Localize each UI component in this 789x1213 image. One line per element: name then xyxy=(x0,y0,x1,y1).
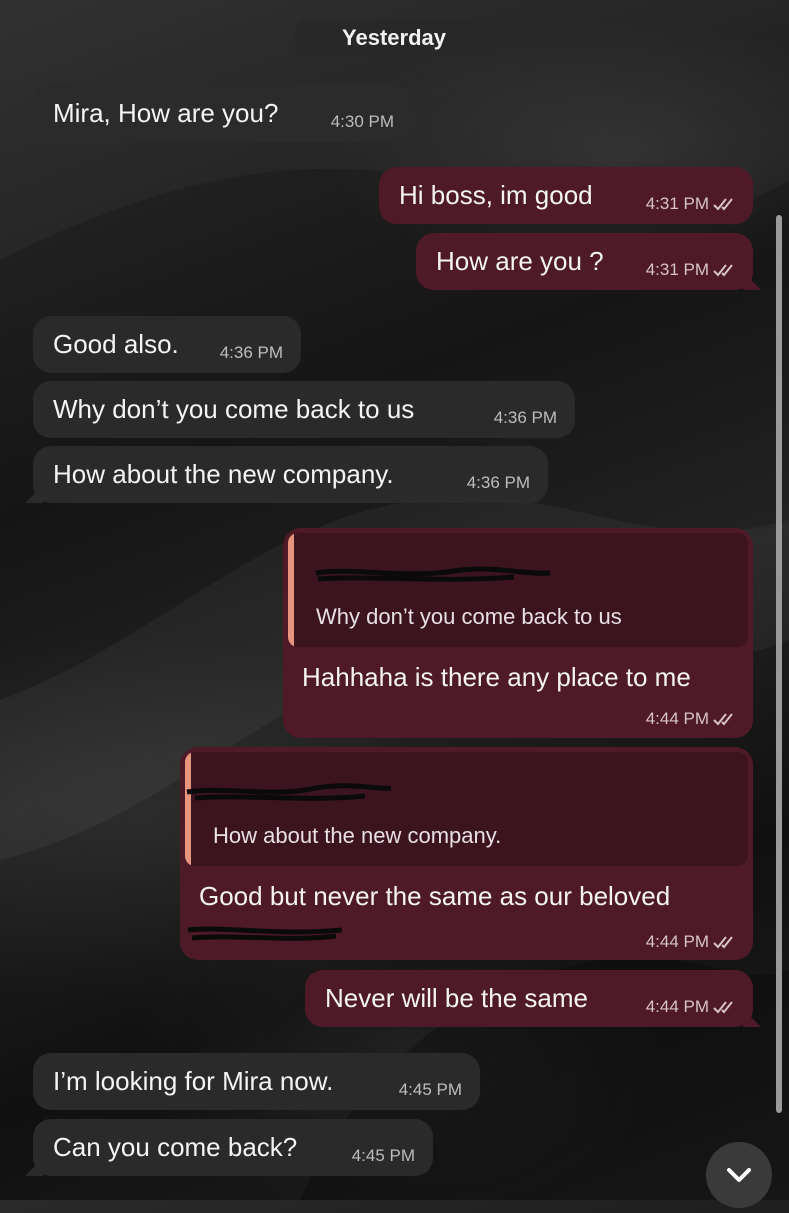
redacted-text xyxy=(187,926,343,941)
message-time: 4:45 PM xyxy=(351,1146,415,1165)
scroll-down-button[interactable] xyxy=(706,1142,772,1208)
message-text: Hi boss, im good xyxy=(399,180,593,210)
message-bubble-outgoing-reply[interactable]: How about the new company. Good but neve… xyxy=(180,747,753,960)
reply-quote[interactable]: Why don’t you come back to us xyxy=(288,533,748,647)
reply-accent-bar xyxy=(288,533,294,647)
double-check-icon xyxy=(713,264,733,277)
redacted-name xyxy=(315,566,551,582)
reply-quote-text: Why don’t you come back to us xyxy=(316,604,622,629)
message-time: 4:30 PM xyxy=(330,112,394,131)
double-check-icon xyxy=(713,198,733,211)
message-bubble-outgoing[interactable]: Hi boss, im good 4:31 PM xyxy=(379,167,753,224)
double-check-icon xyxy=(713,713,733,726)
message-text: Never will be the same xyxy=(325,983,588,1013)
date-separator: Yesterday xyxy=(295,19,493,56)
reply-quote[interactable]: How about the new company. xyxy=(185,752,748,866)
message-bubble-incoming[interactable]: How about the new company. 4:36 PM xyxy=(25,446,548,503)
message-time: 4:36 PM xyxy=(219,343,283,362)
message-text: Mira, How are you? xyxy=(53,98,279,128)
message-time: 4:36 PM xyxy=(493,408,557,427)
message-time: 4:31 PM xyxy=(646,260,737,280)
message-time: 4:44 PM xyxy=(646,997,737,1017)
reply-quote-text: How about the new company. xyxy=(213,823,502,848)
message-text: Good but never the same as our beloved xyxy=(199,881,671,911)
message-text: Why don’t you come back to us xyxy=(53,394,415,424)
message-time: 4:45 PM xyxy=(398,1080,462,1099)
chevron-down-icon xyxy=(727,1168,751,1182)
message-text: Hahhaha is there any place to me xyxy=(302,662,691,692)
message-bubble-incoming[interactable]: Mira, How are you? 4:30 PM xyxy=(25,85,412,142)
message-bubble-outgoing-reply[interactable]: Why don’t you come back to us Hahhaha is… xyxy=(283,528,753,738)
message-text: How are you ? xyxy=(436,246,604,276)
message-time: 4:44 PM xyxy=(646,932,737,952)
message-text: Good also. xyxy=(53,329,179,359)
message-bubble-incoming[interactable]: Good also. 4:36 PM xyxy=(33,316,301,373)
double-check-icon xyxy=(713,1001,733,1014)
reply-accent-bar xyxy=(185,752,191,866)
message-bubble-incoming[interactable]: I’m looking for Mira now. 4:45 PM xyxy=(33,1053,480,1110)
double-check-icon xyxy=(713,936,733,949)
message-bubble-outgoing[interactable]: How are you ? 4:31 PM xyxy=(416,233,761,290)
message-bubble-outgoing[interactable]: Never will be the same 4:44 PM xyxy=(305,970,761,1027)
message-time: 4:31 PM xyxy=(646,194,737,214)
message-text: I’m looking for Mira now. xyxy=(53,1066,334,1096)
message-text: Can you come back? xyxy=(53,1132,298,1162)
scrollbar[interactable] xyxy=(776,215,782,1113)
message-time: 4:44 PM xyxy=(646,709,737,729)
message-time: 4:36 PM xyxy=(466,473,530,492)
message-text: How about the new company. xyxy=(53,459,394,489)
redacted-name xyxy=(186,783,392,801)
message-bubble-incoming[interactable]: Why don’t you come back to us 4:36 PM xyxy=(33,381,575,438)
message-bubble-incoming[interactable]: Can you come back? 4:45 PM xyxy=(25,1119,433,1176)
